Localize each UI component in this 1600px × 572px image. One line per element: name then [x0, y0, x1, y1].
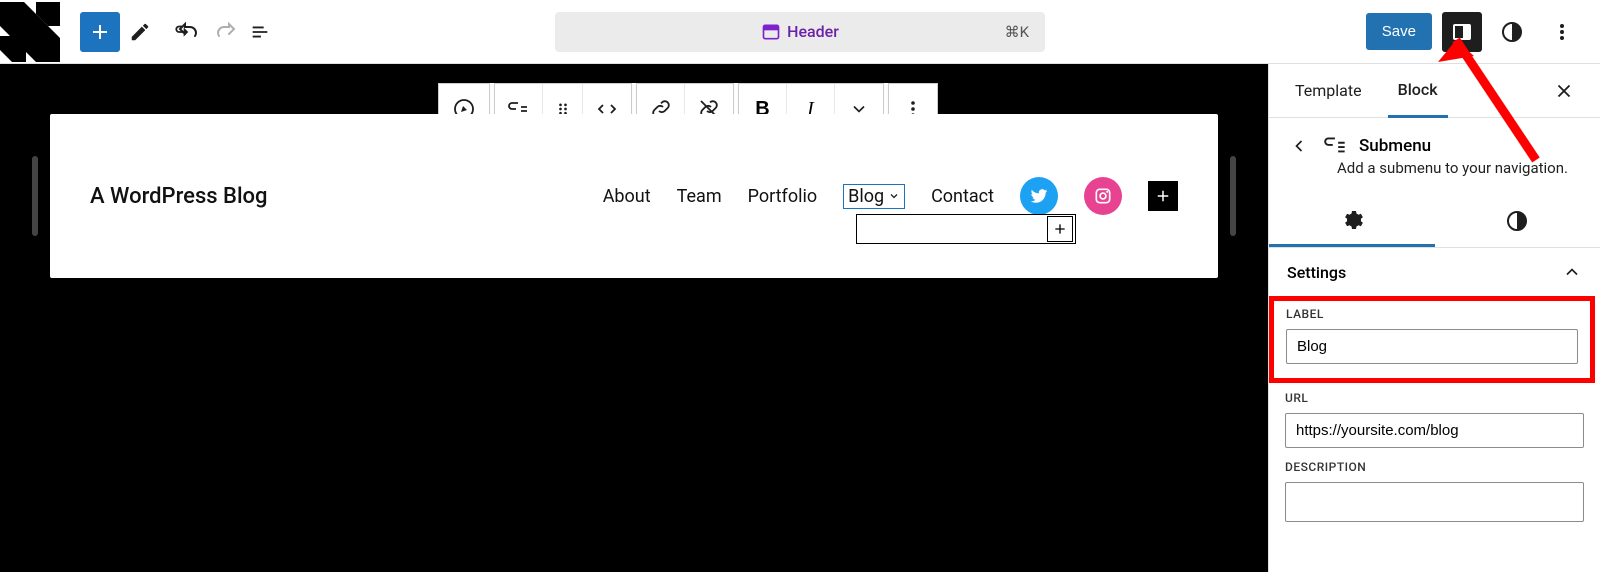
keyboard-shortcut: ⌘K	[1005, 23, 1029, 41]
save-button[interactable]: Save	[1366, 13, 1432, 50]
label-field-highlight: LABEL	[1269, 296, 1595, 383]
contrast-icon	[1500, 20, 1524, 44]
social-instagram-icon[interactable]	[1084, 177, 1122, 215]
label-field-label: LABEL	[1286, 307, 1578, 321]
sidebar-subtabs	[1269, 195, 1600, 248]
subtab-styles[interactable]	[1435, 195, 1600, 247]
plus-icon	[88, 20, 112, 44]
document-title: Header	[787, 22, 839, 41]
add-block-button[interactable]	[80, 12, 120, 52]
editor-canvas[interactable]: B I A WordPress Blog About Team	[0, 64, 1268, 572]
instagram-icon	[1093, 186, 1113, 206]
settings-section-header[interactable]: Settings	[1269, 248, 1600, 296]
kebab-icon	[1550, 20, 1574, 44]
pencil-icon	[129, 21, 151, 43]
add-nav-item-button[interactable]	[1148, 181, 1178, 211]
list-view-button[interactable]	[240, 12, 280, 52]
list-view-icon	[249, 21, 271, 43]
submenu-dropdown[interactable]	[856, 214, 1076, 244]
settings-section-title: Settings	[1287, 263, 1346, 282]
subtab-settings[interactable]	[1269, 195, 1435, 247]
submenu-icon	[1323, 133, 1349, 159]
top-toolbar: Header ⌘K Save	[0, 0, 1600, 64]
block-description: Add a submenu to your navigation.	[1269, 158, 1600, 195]
main-area: B I A WordPress Blog About Team	[0, 64, 1600, 572]
sidebar-tabs: Template Block	[1269, 64, 1600, 118]
close-icon	[1553, 80, 1575, 102]
redo-icon	[214, 20, 238, 44]
url-field-label: URL	[1285, 391, 1584, 405]
chevron-up-icon	[1562, 262, 1582, 282]
twitter-icon	[1029, 186, 1049, 206]
contrast-icon	[1505, 209, 1529, 233]
nav-item-team[interactable]: Team	[677, 184, 722, 209]
header-block[interactable]: A WordPress Blog About Team Portfolio Bl…	[50, 114, 1218, 278]
topbar-right-tools: Save	[1366, 12, 1600, 52]
edit-tool-button[interactable]	[120, 12, 160, 52]
nav-item-about[interactable]: About	[603, 184, 651, 209]
chevron-left-icon	[1289, 136, 1309, 156]
nav-item-contact[interactable]: Contact	[931, 184, 994, 209]
topbar-left-tools	[60, 12, 280, 52]
navigation-row: About Team Portfolio Blog Contact	[603, 177, 1178, 215]
logo-icon	[0, 2, 60, 62]
add-submenu-item-button[interactable]	[1047, 216, 1073, 242]
plus-icon	[1052, 221, 1068, 237]
site-title[interactable]: A WordPress Blog	[90, 184, 268, 209]
description-input[interactable]	[1285, 482, 1584, 522]
nav-item-blog-label: Blog	[848, 186, 884, 207]
header-template-icon	[761, 22, 781, 42]
close-sidebar-button[interactable]	[1544, 71, 1584, 111]
sidebar-icon	[1450, 20, 1474, 44]
nav-item-portfolio[interactable]: Portfolio	[748, 184, 817, 209]
settings-sidebar: Template Block Submenu Add a submenu to …	[1268, 64, 1600, 572]
chevron-down-icon	[888, 190, 900, 202]
site-logo[interactable]	[0, 2, 60, 62]
resize-handle-right[interactable]	[1230, 156, 1236, 236]
plus-icon	[1154, 187, 1172, 205]
description-field-label: DESCRIPTION	[1285, 460, 1584, 474]
more-options-button[interactable]	[1542, 12, 1582, 52]
social-twitter-icon[interactable]	[1020, 177, 1058, 215]
document-title-button[interactable]: Header ⌘K	[555, 12, 1045, 52]
block-name: Submenu	[1359, 136, 1431, 156]
undo-icon	[176, 20, 200, 44]
description-field-block: DESCRIPTION	[1269, 458, 1600, 532]
nav-item-blog[interactable]: Blog	[843, 184, 905, 209]
tab-block[interactable]: Block	[1388, 64, 1448, 118]
url-field-block: URL	[1269, 389, 1600, 458]
gear-icon	[1340, 208, 1364, 232]
back-button[interactable]	[1285, 132, 1313, 160]
resize-handle-left[interactable]	[32, 156, 38, 236]
styles-toggle[interactable]	[1492, 12, 1532, 52]
url-input[interactable]	[1285, 413, 1584, 448]
settings-sidebar-toggle[interactable]	[1442, 12, 1482, 52]
label-input[interactable]	[1286, 329, 1578, 364]
tab-template[interactable]: Template	[1285, 65, 1372, 116]
